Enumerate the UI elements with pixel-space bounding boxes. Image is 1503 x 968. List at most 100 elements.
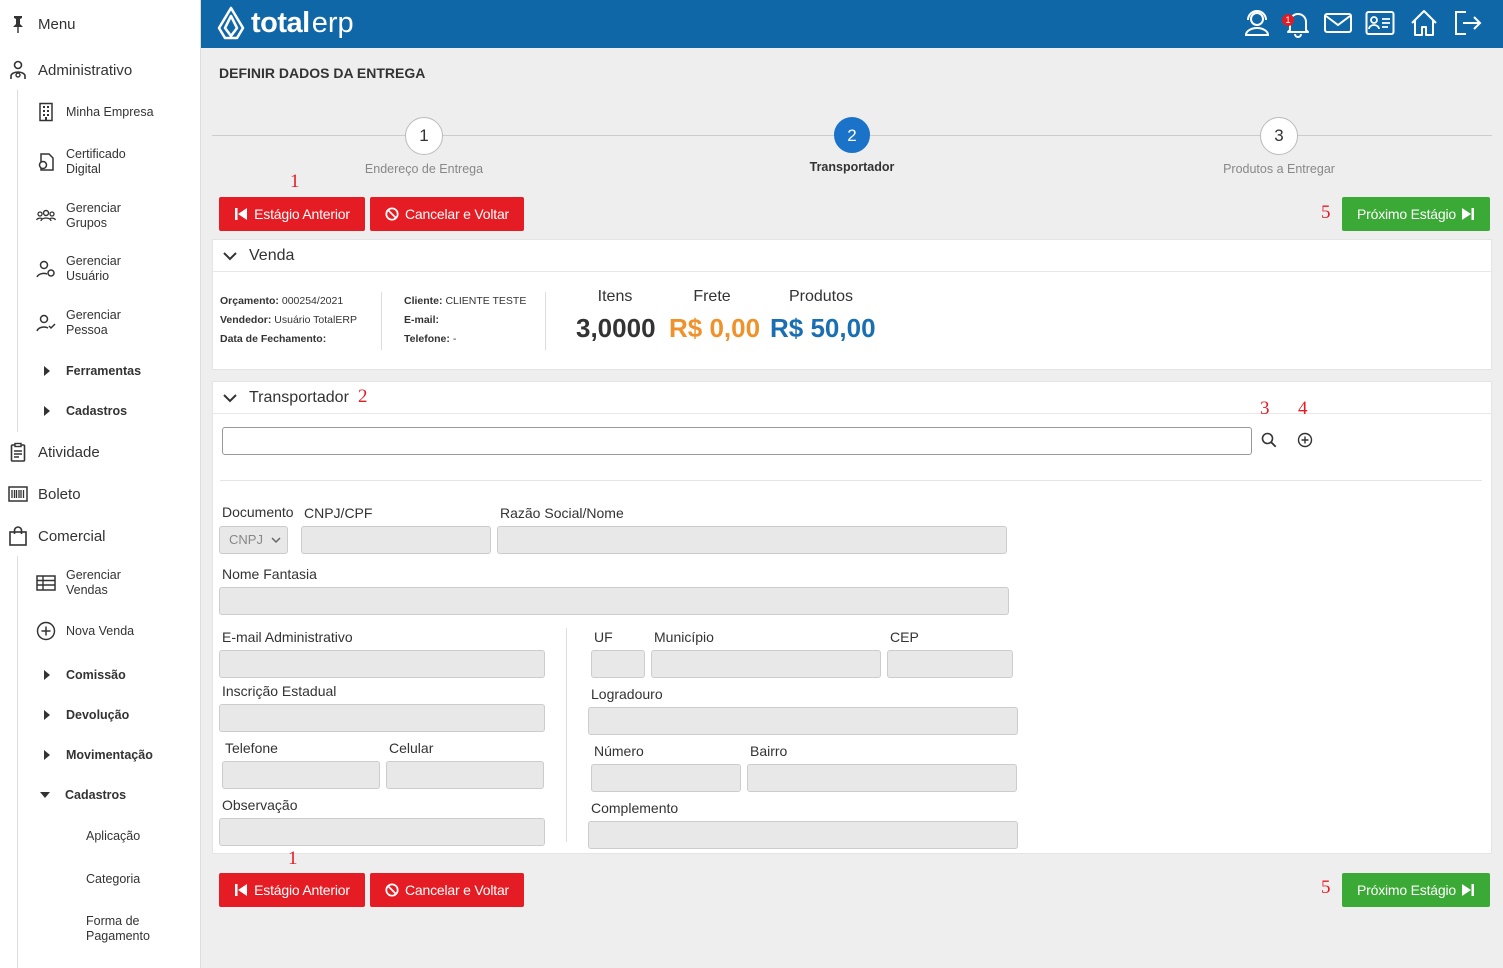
documento-select[interactable]: CNPJ xyxy=(219,526,288,554)
skip-back-icon xyxy=(235,884,248,896)
sidebar-item-administrativo[interactable]: Administrativo xyxy=(8,60,132,80)
skip-forward-icon xyxy=(1461,884,1474,896)
profile-card-button[interactable] xyxy=(1365,8,1395,38)
button-label: Estágio Anterior xyxy=(254,882,350,898)
email-admin-input[interactable] xyxy=(219,650,545,678)
ban-icon xyxy=(385,883,399,897)
sidebar-item-gerenciar-usuario[interactable]: Gerenciar Usuário xyxy=(36,254,121,284)
logo-mark-icon xyxy=(217,6,245,40)
sidebar-item-categoria[interactable]: Categoria xyxy=(86,872,140,887)
sidebar-item-gerenciar-pessoa[interactable]: Gerenciar Pessoa xyxy=(36,308,121,338)
telefone-label: Telefone xyxy=(225,740,278,756)
sidebar-item-comercial[interactable]: Comercial xyxy=(8,526,106,546)
transportador-search-input[interactable] xyxy=(222,427,1252,455)
field-label: Orçamento: xyxy=(220,295,279,307)
support-button[interactable] xyxy=(1242,8,1272,38)
table-list-icon xyxy=(36,575,56,591)
skip-forward-icon xyxy=(1461,208,1474,220)
uf-input[interactable] xyxy=(591,650,645,678)
button-label: Cancelar e Voltar xyxy=(405,206,509,222)
step-1-label: Endereço de Entrega xyxy=(364,162,484,176)
obs-label: Observação xyxy=(222,797,298,813)
uf-label: UF xyxy=(594,629,613,645)
ie-input[interactable] xyxy=(219,704,545,732)
sidebar-group-ferramentas[interactable]: Ferramentas xyxy=(44,364,141,378)
search-icon[interactable] xyxy=(1261,432,1277,448)
next-stage-button[interactable]: Próximo Estágio xyxy=(1342,197,1490,231)
mail-icon xyxy=(1324,13,1352,33)
complemento-input[interactable] xyxy=(588,821,1018,849)
sidebar-item-nova-venda[interactable]: Nova Venda xyxy=(36,621,134,641)
home-button[interactable] xyxy=(1409,8,1439,38)
step-3-circle[interactable]: 3 xyxy=(1260,117,1298,155)
step-3-label: Produtos a Entregar xyxy=(1223,162,1335,176)
field-label: Cliente: xyxy=(404,295,443,307)
razao-input[interactable] xyxy=(497,526,1007,554)
fechamento-row: Data de Fechamento: xyxy=(220,333,326,345)
cliente-value: CLIENTE TESTE xyxy=(445,295,527,307)
next-stage-button-bottom[interactable]: Próximo Estágio xyxy=(1342,873,1490,907)
fantasia-input[interactable] xyxy=(219,587,1009,615)
sidebar-item-minha-empresa[interactable]: Minha Empresa xyxy=(36,102,154,122)
pin-icon xyxy=(13,16,23,33)
home-icon xyxy=(1411,10,1437,36)
numero-input[interactable] xyxy=(591,764,741,792)
field-label: Telefone: xyxy=(404,333,450,345)
user-check-icon xyxy=(36,314,56,332)
sidebar-group-movimentacao[interactable]: Movimentação xyxy=(44,748,153,762)
sidebar-group-cadastros-admin[interactable]: Cadastros xyxy=(44,404,127,418)
sidebar-item-aplicacao[interactable]: Aplicação xyxy=(86,829,140,844)
sidebar-group-comissao[interactable]: Comissão xyxy=(44,668,126,682)
add-circle-icon[interactable] xyxy=(1297,432,1313,448)
caret-right-icon xyxy=(44,710,50,720)
logout-button[interactable] xyxy=(1453,8,1483,38)
sidebar-item-certificado-digital[interactable]: Certificado Digital xyxy=(36,147,126,177)
complemento-label: Complemento xyxy=(591,800,679,816)
logradouro-input[interactable] xyxy=(588,707,1018,735)
cancel-and-back-button-bottom[interactable]: Cancelar e Voltar xyxy=(370,873,524,907)
chevron-down-icon xyxy=(271,537,281,544)
telefone-input[interactable] xyxy=(222,761,380,789)
razao-label: Razão Social/Nome xyxy=(500,505,624,521)
sidebar-label: Aplicação xyxy=(86,829,141,843)
previous-stage-button[interactable]: Estágio Anterior xyxy=(219,197,365,231)
sidebar-item-gerenciar-vendas[interactable]: Gerenciar Vendas xyxy=(36,568,121,598)
step-2-circle[interactable]: 2 xyxy=(834,117,870,153)
sidebar-item-gerenciar-grupos[interactable]: Gerenciar Grupos xyxy=(36,201,121,231)
frete-label: Frete xyxy=(693,288,731,305)
sidebar-item-atividade[interactable]: Atividade xyxy=(8,442,100,462)
sidebar-group-devolucao[interactable]: Devolução xyxy=(44,708,129,722)
step-1-circle[interactable]: 1 xyxy=(405,117,443,155)
logo[interactable]: total erp xyxy=(217,6,354,40)
cancel-and-back-button[interactable]: Cancelar e Voltar xyxy=(370,197,524,231)
ban-icon xyxy=(385,207,399,221)
sidebar-item-forma-pagamento[interactable]: Forma de Pagamento xyxy=(86,914,150,944)
sidebar-label: Gerenciar xyxy=(66,568,121,582)
step-2-label: Transportador xyxy=(809,160,895,174)
sidebar-label: Vendas xyxy=(66,583,108,597)
logradouro-label: Logradouro xyxy=(591,686,663,702)
cep-input[interactable] xyxy=(887,650,1013,678)
cnpj-input[interactable] xyxy=(301,526,491,554)
sidebar-label: Minha Empresa xyxy=(66,104,154,119)
annotation-marker: 3 xyxy=(1260,398,1270,419)
sidebar-menu-toggle[interactable]: Menu xyxy=(8,14,76,34)
shopping-bag-icon xyxy=(9,526,27,546)
itens-value: 3,0000 xyxy=(576,313,656,343)
sidebar-label: Categoria xyxy=(86,872,141,886)
messages-button[interactable] xyxy=(1323,8,1353,38)
sidebar-group-cadastros-comercial[interactable]: Cadastros xyxy=(40,788,126,802)
municipio-input[interactable] xyxy=(651,650,881,678)
venda-panel-header[interactable]: Venda xyxy=(213,240,1491,272)
produtos-value: R$ 50,00 xyxy=(770,313,876,343)
sidebar-label: Cadastros xyxy=(66,404,128,418)
previous-stage-button-bottom[interactable]: Estágio Anterior xyxy=(219,873,365,907)
sidebar-item-boleto[interactable]: Boleto xyxy=(8,484,81,504)
bairro-input[interactable] xyxy=(747,764,1017,792)
logout-icon xyxy=(1455,11,1482,35)
sidebar-label: Pagamento xyxy=(86,929,150,943)
celular-input[interactable] xyxy=(386,761,544,789)
annotation-marker: 5 xyxy=(1321,202,1331,223)
button-label: Próximo Estágio xyxy=(1357,882,1456,898)
obs-input[interactable] xyxy=(219,818,545,846)
